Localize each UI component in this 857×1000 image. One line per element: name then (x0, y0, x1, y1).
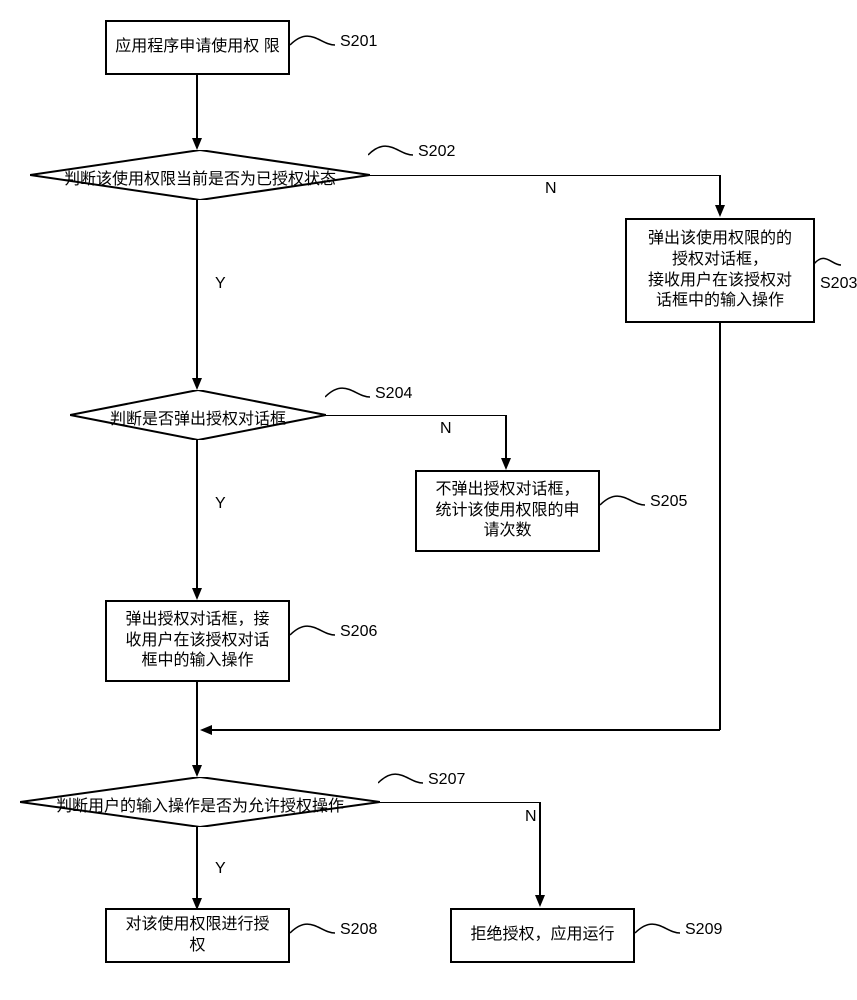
node-s201-text: 应用程序申请使用权 限 (115, 37, 279, 58)
node-s202-text: 判断该使用权限当前是否为已授权状态 (64, 171, 336, 188)
label-s209: S209 (685, 921, 722, 939)
label-s203: S203 (820, 275, 857, 293)
node-s203-text: 弹出该使用权限的的 授权对话框， 接收用户在该授权对 话框中的输入操作 (648, 229, 792, 312)
node-s203: 弹出该使用权限的的 授权对话框， 接收用户在该授权对 话框中的输入操作 (625, 218, 815, 323)
arrow-s201-s202 (187, 75, 207, 155)
arrow-s207-s208 (187, 827, 207, 917)
arrow-s207-s209 (380, 802, 580, 922)
node-s208-text: 对该使用权限进行授 权 (125, 915, 269, 957)
branch-s207-y: Y (215, 860, 226, 878)
label-s207: S207 (428, 771, 465, 789)
branch-s202-y: Y (215, 275, 226, 293)
label-s201: S201 (340, 33, 377, 51)
label-s208: S208 (340, 921, 377, 939)
node-s208: 对该使用权限进行授 权 (105, 908, 290, 963)
node-s209-text: 拒绝授权，应用运行 (470, 925, 614, 946)
node-s202: 判断该使用权限当前是否为已授权状态 (30, 150, 370, 200)
node-s201: 应用程序申请使用权 限 (105, 20, 290, 75)
node-s207-text: 判断用户的输入操作是否为允许授权操作 (56, 798, 344, 815)
label-s202: S202 (418, 143, 455, 161)
node-s209: 拒绝授权，应用运行 (450, 908, 635, 963)
node-s207: 判断用户的输入操作是否为允许授权操作 (20, 777, 380, 827)
arrow-s203-merge (190, 323, 750, 753)
